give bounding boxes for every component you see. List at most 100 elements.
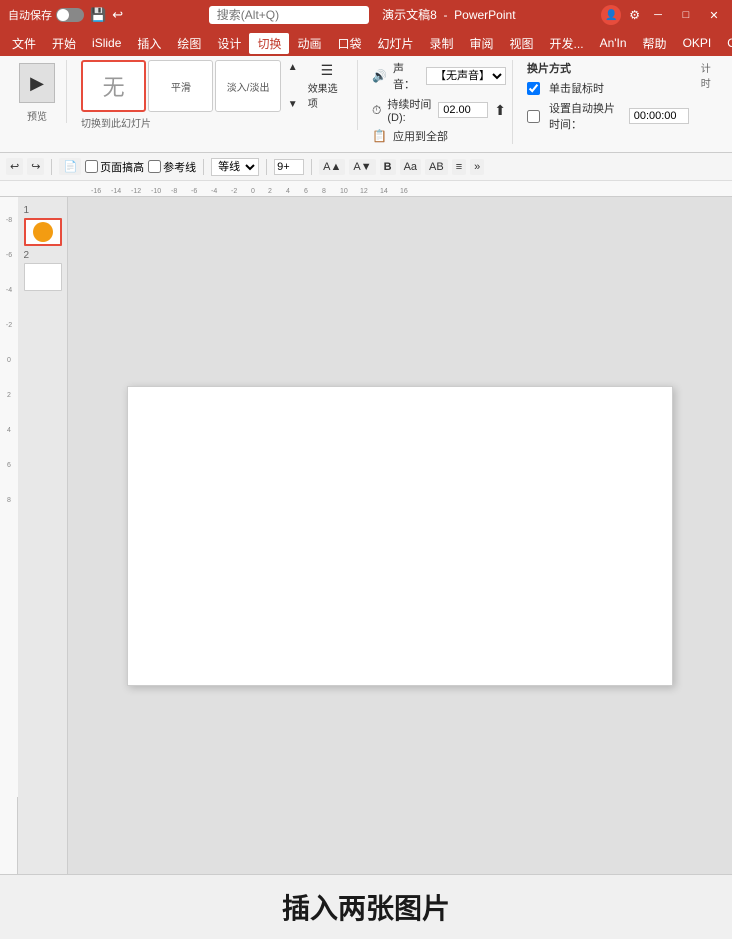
preview-label: 预览 <box>27 108 47 123</box>
ref-line-checkbox[interactable] <box>148 160 161 173</box>
slide-canvas[interactable] <box>127 386 673 686</box>
auto-switch-checkbox[interactable] <box>527 110 540 123</box>
menu-review[interactable]: 审阅 <box>462 33 502 54</box>
menu-pocket[interactable]: 口袋 <box>329 33 369 54</box>
svg-text:2: 2 <box>7 392 11 399</box>
svg-text:14: 14 <box>380 188 388 195</box>
toolbar: ↩ ↪ 📄 页面搞高 参考线 等线 A▲ A▼ B Aa AB ≡ » <box>0 153 732 181</box>
caption-text: 插入两张图片 <box>12 887 720 927</box>
format-more-button[interactable]: A▲ <box>319 159 345 175</box>
menu-insert[interactable]: 插入 <box>129 33 169 54</box>
menu-onek[interactable]: Onek <box>719 34 732 52</box>
svg-text:-4: -4 <box>211 188 217 195</box>
undo-icon[interactable]: ↩ <box>112 7 123 23</box>
redo-button[interactable]: ↪ <box>27 158 44 175</box>
svg-text:-6: -6 <box>6 252 12 259</box>
menu-record[interactable]: 录制 <box>422 33 462 54</box>
svg-text:8: 8 <box>7 497 11 504</box>
effect-options-label: 效果选项 <box>308 80 346 110</box>
caption-area: 插入两张图片 <box>0 874 732 939</box>
more-toolbar-button[interactable]: » <box>470 159 484 175</box>
title-right-controls: 👤 ⚙ ─ □ ✕ <box>601 5 724 25</box>
font-size-input[interactable] <box>274 159 304 175</box>
autosave-control[interactable]: 自动保存 <box>8 7 84 23</box>
scroll-up-button[interactable]: ▲ <box>285 60 301 75</box>
sound-select[interactable]: 【无声音】 <box>426 67 506 85</box>
main-area: -8 -6 -4 -2 0 2 4 6 8 1 2 <box>0 197 732 874</box>
svg-text:-8: -8 <box>6 217 12 224</box>
autosave-toggle[interactable] <box>56 8 84 22</box>
menu-okpi[interactable]: OKPI <box>675 34 720 52</box>
menu-transition[interactable]: 切换 <box>249 33 289 54</box>
slide-thumb-1[interactable]: 1 <box>24 205 62 246</box>
preview-button[interactable]: ▶ <box>14 60 60 106</box>
svg-text:-2: -2 <box>6 322 12 329</box>
apply-all-label[interactable]: 应用到全部 <box>393 128 448 144</box>
menu-view[interactable]: 视图 <box>502 33 542 54</box>
ribbon-transitions-group: 无 平滑 淡入/淡出 ▲ ▼ <box>75 60 358 130</box>
autosave-label: 自动保存 <box>8 7 52 23</box>
menu-slide[interactable]: 幻灯片 <box>369 33 421 54</box>
transition-smooth-button[interactable]: 平滑 <box>148 60 213 112</box>
sound-label: 声音： <box>393 60 420 92</box>
bold-button[interactable]: B <box>380 159 396 175</box>
mouse-click-checkbox[interactable] <box>527 82 540 95</box>
save-icon[interactable]: 💾 <box>90 7 106 23</box>
menu-design[interactable]: 设计 <box>209 33 249 54</box>
effect-options-button[interactable]: ☰ 效果选项 <box>303 60 351 112</box>
menu-draw[interactable]: 绘图 <box>169 33 209 54</box>
slide-1-number: 1 <box>24 205 62 216</box>
menu-islide[interactable]: iSlide <box>84 34 129 52</box>
switch-mode-controls: 换片方式 单击鼠标时 设置自动换片时间： <box>527 60 689 132</box>
menu-help[interactable]: 帮助 <box>635 33 675 54</box>
ref-line-label: 参考线 <box>148 159 196 175</box>
user-avatar[interactable]: 👤 <box>601 5 621 25</box>
char-spacing-button[interactable]: AB <box>425 159 448 175</box>
menu-anin[interactable]: An'In <box>592 34 635 52</box>
transition-none-button[interactable]: 无 <box>81 60 146 112</box>
maximize-button[interactable]: □ <box>676 5 696 25</box>
duration-input[interactable] <box>438 102 488 118</box>
slide-panel: 1 2 <box>18 197 68 874</box>
ribbon-preview-group: ▶ 预览 <box>8 60 67 123</box>
svg-text:-10: -10 <box>151 188 161 195</box>
scroll-down-button[interactable]: ▼ <box>285 97 301 112</box>
transition-section-label: 切换到此幻灯片 <box>81 115 351 130</box>
menu-start[interactable]: 开始 <box>44 33 84 54</box>
page-setup-button[interactable]: 📄 <box>59 158 81 175</box>
transition-fade-button[interactable]: 淡入/淡出 <box>215 60 280 112</box>
menu-develop[interactable]: 开发... <box>542 33 592 54</box>
svg-text:0: 0 <box>7 357 11 364</box>
ruler-h-marks: -16 -14 -12 -10 -8 -6 -4 -2 0 2 4 6 8 10… <box>86 181 732 196</box>
slide-2-preview[interactable] <box>24 263 62 291</box>
slide-1-preview[interactable] <box>24 218 62 246</box>
title-bar-left: 自动保存 💾 ↩ <box>8 7 123 23</box>
settings-icon[interactable]: ⚙ <box>629 8 640 22</box>
font-select[interactable]: 等线 <box>211 158 259 176</box>
title-center: 演示文稿8 - PowerPoint <box>123 6 601 24</box>
page-height-checkbox[interactable] <box>85 160 98 173</box>
duration-label: 持续时间(D): <box>387 96 432 124</box>
auto-switch-input[interactable] <box>629 108 689 124</box>
search-input[interactable] <box>209 6 369 24</box>
svg-text:6: 6 <box>304 188 308 195</box>
svg-text:-4: -4 <box>6 287 12 294</box>
svg-text:4: 4 <box>7 427 11 434</box>
svg-text:12: 12 <box>360 188 368 195</box>
duration-up[interactable]: ⬆ <box>494 102 506 119</box>
close-button[interactable]: ✕ <box>704 5 724 25</box>
svg-text:2: 2 <box>268 188 272 195</box>
caps-button[interactable]: Aa <box>400 159 421 175</box>
slide-thumb-2[interactable]: 2 <box>24 250 62 291</box>
undo-button[interactable]: ↩ <box>6 158 23 175</box>
align-button[interactable]: ≡ <box>452 159 466 175</box>
format-less-button[interactable]: A▼ <box>349 159 375 175</box>
menu-animation[interactable]: 动画 <box>289 33 329 54</box>
menu-file[interactable]: 文件 <box>4 33 44 54</box>
minimize-button[interactable]: ─ <box>648 5 668 25</box>
page-height-label: 页面搞高 <box>85 159 144 175</box>
filename-label: 演示文稿8 <box>382 8 437 22</box>
sound-icon: 🔊 <box>372 69 387 83</box>
svg-text:10: 10 <box>340 188 348 195</box>
toolbar-sep-2 <box>203 159 204 175</box>
